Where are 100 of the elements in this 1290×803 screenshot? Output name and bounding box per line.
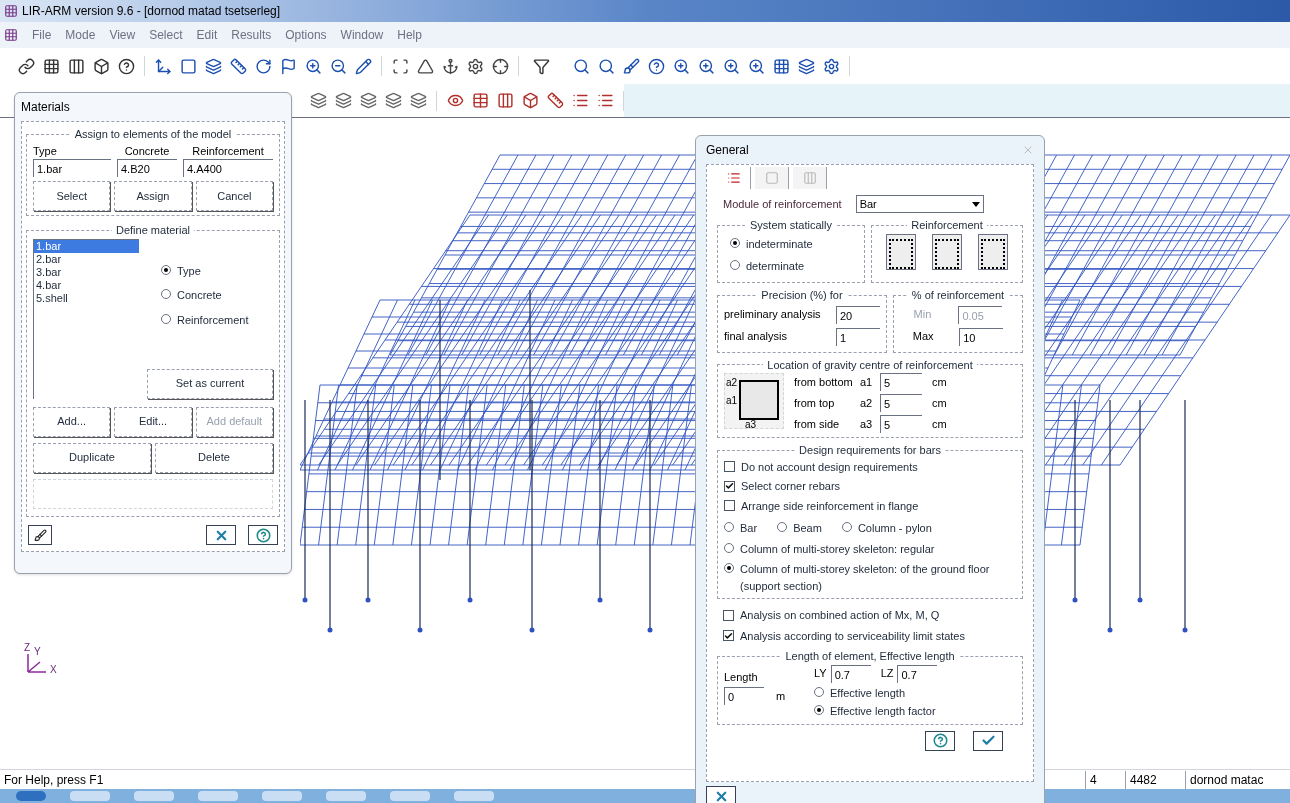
- text-field[interactable]: 5: [880, 373, 922, 391]
- layers-icon[interactable]: [383, 90, 403, 111]
- menu-item[interactable]: Window: [340, 26, 384, 44]
- ruler-icon[interactable]: [545, 90, 565, 111]
- list-item[interactable]: 5.shell: [34, 291, 139, 305]
- checkbox[interactable]: [723, 609, 734, 621]
- radio-button[interactable]: [814, 705, 824, 715]
- radio-button[interactable]: [161, 289, 171, 299]
- link-icon[interactable]: [16, 56, 36, 76]
- section-icon[interactable]: [978, 233, 1008, 270]
- radio-button[interactable]: [724, 542, 734, 553]
- dialog-button[interactable]: Cancel: [195, 181, 273, 211]
- dropdown[interactable]: Bar: [855, 195, 984, 213]
- section-icon[interactable]: [932, 233, 962, 270]
- anchor-icon[interactable]: [440, 56, 460, 76]
- help-button[interactable]: [925, 730, 955, 751]
- help-icon[interactable]: [116, 56, 136, 76]
- list-item[interactable]: 2.bar: [34, 252, 139, 266]
- dialog-button[interactable]: Select: [33, 181, 111, 211]
- brush-icon[interactable]: [621, 56, 641, 76]
- radio-button[interactable]: [724, 522, 734, 532]
- checkbox[interactable]: [724, 480, 735, 492]
- text-field[interactable]: 4.B20: [117, 159, 177, 177]
- table-icon[interactable]: [470, 90, 490, 111]
- grid-icon[interactable]: [41, 56, 61, 76]
- list-item[interactable]: 4.bar: [34, 278, 139, 292]
- frame-icon[interactable]: [178, 56, 198, 76]
- text-field[interactable]: 0: [724, 687, 764, 705]
- filter-icon[interactable]: [531, 56, 551, 76]
- text-field[interactable]: 0.7: [830, 664, 871, 683]
- close-button[interactable]: [706, 786, 736, 803]
- menu-item[interactable]: Edit: [196, 26, 218, 44]
- dialog-button[interactable]: Edit...: [114, 406, 192, 437]
- search-icon[interactable]: [596, 56, 616, 76]
- text-field[interactable]: 1.bar: [33, 159, 111, 177]
- text-field[interactable]: 4.A400: [183, 159, 273, 177]
- zoom-in-icon[interactable]: [746, 56, 766, 76]
- menu-item[interactable]: Select: [149, 26, 183, 44]
- cube-icon[interactable]: [91, 56, 111, 76]
- list-item[interactable]: 1.bar: [34, 239, 139, 253]
- menu-item[interactable]: View: [109, 26, 136, 44]
- text-field[interactable]: 0.7: [897, 664, 938, 683]
- search-icon[interactable]: [571, 56, 591, 76]
- checkbox[interactable]: [723, 630, 734, 642]
- grid-icon[interactable]: [771, 56, 791, 76]
- help-button[interactable]: [248, 525, 278, 545]
- text-field[interactable]: 20: [836, 305, 880, 324]
- menu-item[interactable]: Help: [397, 26, 422, 44]
- text-field[interactable]: 1: [836, 327, 880, 346]
- layers-icon[interactable]: [308, 90, 328, 111]
- zoom-in-icon[interactable]: [696, 56, 716, 76]
- layers-icon[interactable]: [203, 56, 223, 76]
- layers-icon[interactable]: [358, 90, 378, 111]
- radio-button[interactable]: [841, 522, 852, 532]
- menu-item[interactable]: Mode: [65, 26, 96, 44]
- ruler-icon[interactable]: [228, 56, 248, 76]
- menu-item[interactable]: Options: [285, 26, 327, 44]
- settings-icon[interactable]: [821, 56, 841, 76]
- layers-icon[interactable]: [796, 56, 816, 76]
- zoom-in-icon[interactable]: [671, 56, 691, 76]
- rotate-icon[interactable]: [253, 56, 273, 76]
- radio-button[interactable]: [724, 563, 734, 573]
- zoom-out-icon[interactable]: [328, 56, 348, 76]
- help-icon[interactable]: [646, 56, 666, 76]
- layers-icon[interactable]: [408, 90, 428, 111]
- radio-button[interactable]: [161, 264, 171, 275]
- dialog-button[interactable]: Add...: [33, 406, 111, 437]
- dialog-button[interactable]: Delete: [155, 442, 273, 473]
- radio-button[interactable]: [730, 237, 740, 248]
- cube-icon[interactable]: [520, 90, 540, 111]
- text-field[interactable]: 5: [880, 394, 922, 412]
- pencil-icon[interactable]: [353, 56, 373, 76]
- list-item[interactable]: 3.bar: [34, 265, 139, 279]
- dialog-button[interactable]: Duplicate: [33, 442, 151, 473]
- text-field[interactable]: 10: [959, 327, 1004, 346]
- menu-item[interactable]: File: [32, 26, 52, 44]
- columns-icon[interactable]: [495, 90, 515, 111]
- layers-icon[interactable]: [333, 90, 353, 111]
- ok-button[interactable]: [973, 730, 1003, 751]
- checkbox[interactable]: [724, 461, 735, 473]
- settings-icon[interactable]: [465, 56, 485, 76]
- scan-icon[interactable]: [390, 56, 410, 76]
- checkbox[interactable]: [724, 500, 735, 512]
- menu-item[interactable]: Results: [231, 26, 272, 44]
- text-field[interactable]: 5: [880, 415, 922, 433]
- dialog-button[interactable]: Assign: [114, 181, 192, 211]
- dialog-button[interactable]: Set as current: [147, 368, 273, 399]
- radio-button[interactable]: [777, 522, 788, 532]
- section-icon[interactable]: [886, 233, 916, 270]
- axes-icon[interactable]: [153, 56, 173, 76]
- radio-button[interactable]: [161, 313, 171, 324]
- triangle-icon[interactable]: [415, 56, 435, 76]
- zoom-in-icon[interactable]: [721, 56, 741, 76]
- brush-button[interactable]: [28, 525, 52, 545]
- close-button[interactable]: [206, 525, 236, 545]
- radio-button[interactable]: [730, 260, 740, 270]
- crosshair-icon[interactable]: [490, 56, 510, 76]
- radio-button[interactable]: [814, 686, 824, 697]
- zoom-in-icon[interactable]: [303, 56, 323, 76]
- columns-icon[interactable]: [66, 56, 86, 76]
